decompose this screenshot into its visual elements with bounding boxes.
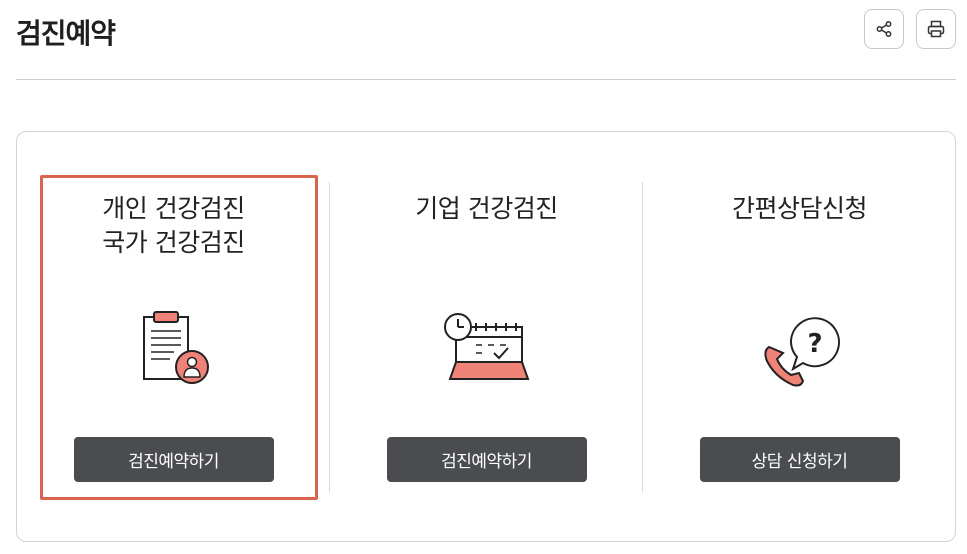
share-icon [876,21,892,37]
printer-icon [927,20,945,38]
clipboard-person-icon [142,311,209,384]
share-button[interactable] [864,9,904,49]
card-title: 간편상담신청 [643,192,956,226]
page-header: 검진예약 [16,0,956,80]
print-button[interactable] [916,9,956,49]
page-title: 검진예약 [16,17,116,50]
corporate-checkup-reserve-button[interactable]: 검진예약하기 [386,437,587,482]
card-title-line1: 기업 건강검진 [415,194,558,223]
card-corporate-checkup[interactable]: 기업 건강검진 검진예약하기 [330,132,643,543]
card-title: 개인 건강검진 국가 건강검진 [17,192,330,260]
phone-question-icon: ? [763,317,840,387]
card-title-line1: 간편상담신청 [731,194,868,223]
svg-text:?: ? [807,329,822,359]
card-title: 기업 건강검진 [330,192,643,226]
card-consultation-request[interactable]: 간편상담신청 ? 상담 신청하기 [643,132,956,543]
consultation-request-button[interactable]: 상담 신청하기 [699,437,900,482]
card-personal-checkup[interactable]: 개인 건강검진 국가 건강검진 검진예약하기 [17,132,330,543]
card-title-line2: 국가 건강검진 [102,228,245,257]
calendar-clock-icon [443,313,529,380]
checkup-menu-panel: 개인 건강검진 국가 건강검진 검진예약하기 기업 건강검진 검진예약하기 간편… [16,131,956,542]
personal-checkup-reserve-button[interactable]: 검진예약하기 [73,437,274,482]
card-title-line1: 개인 건강검진 [102,194,245,223]
